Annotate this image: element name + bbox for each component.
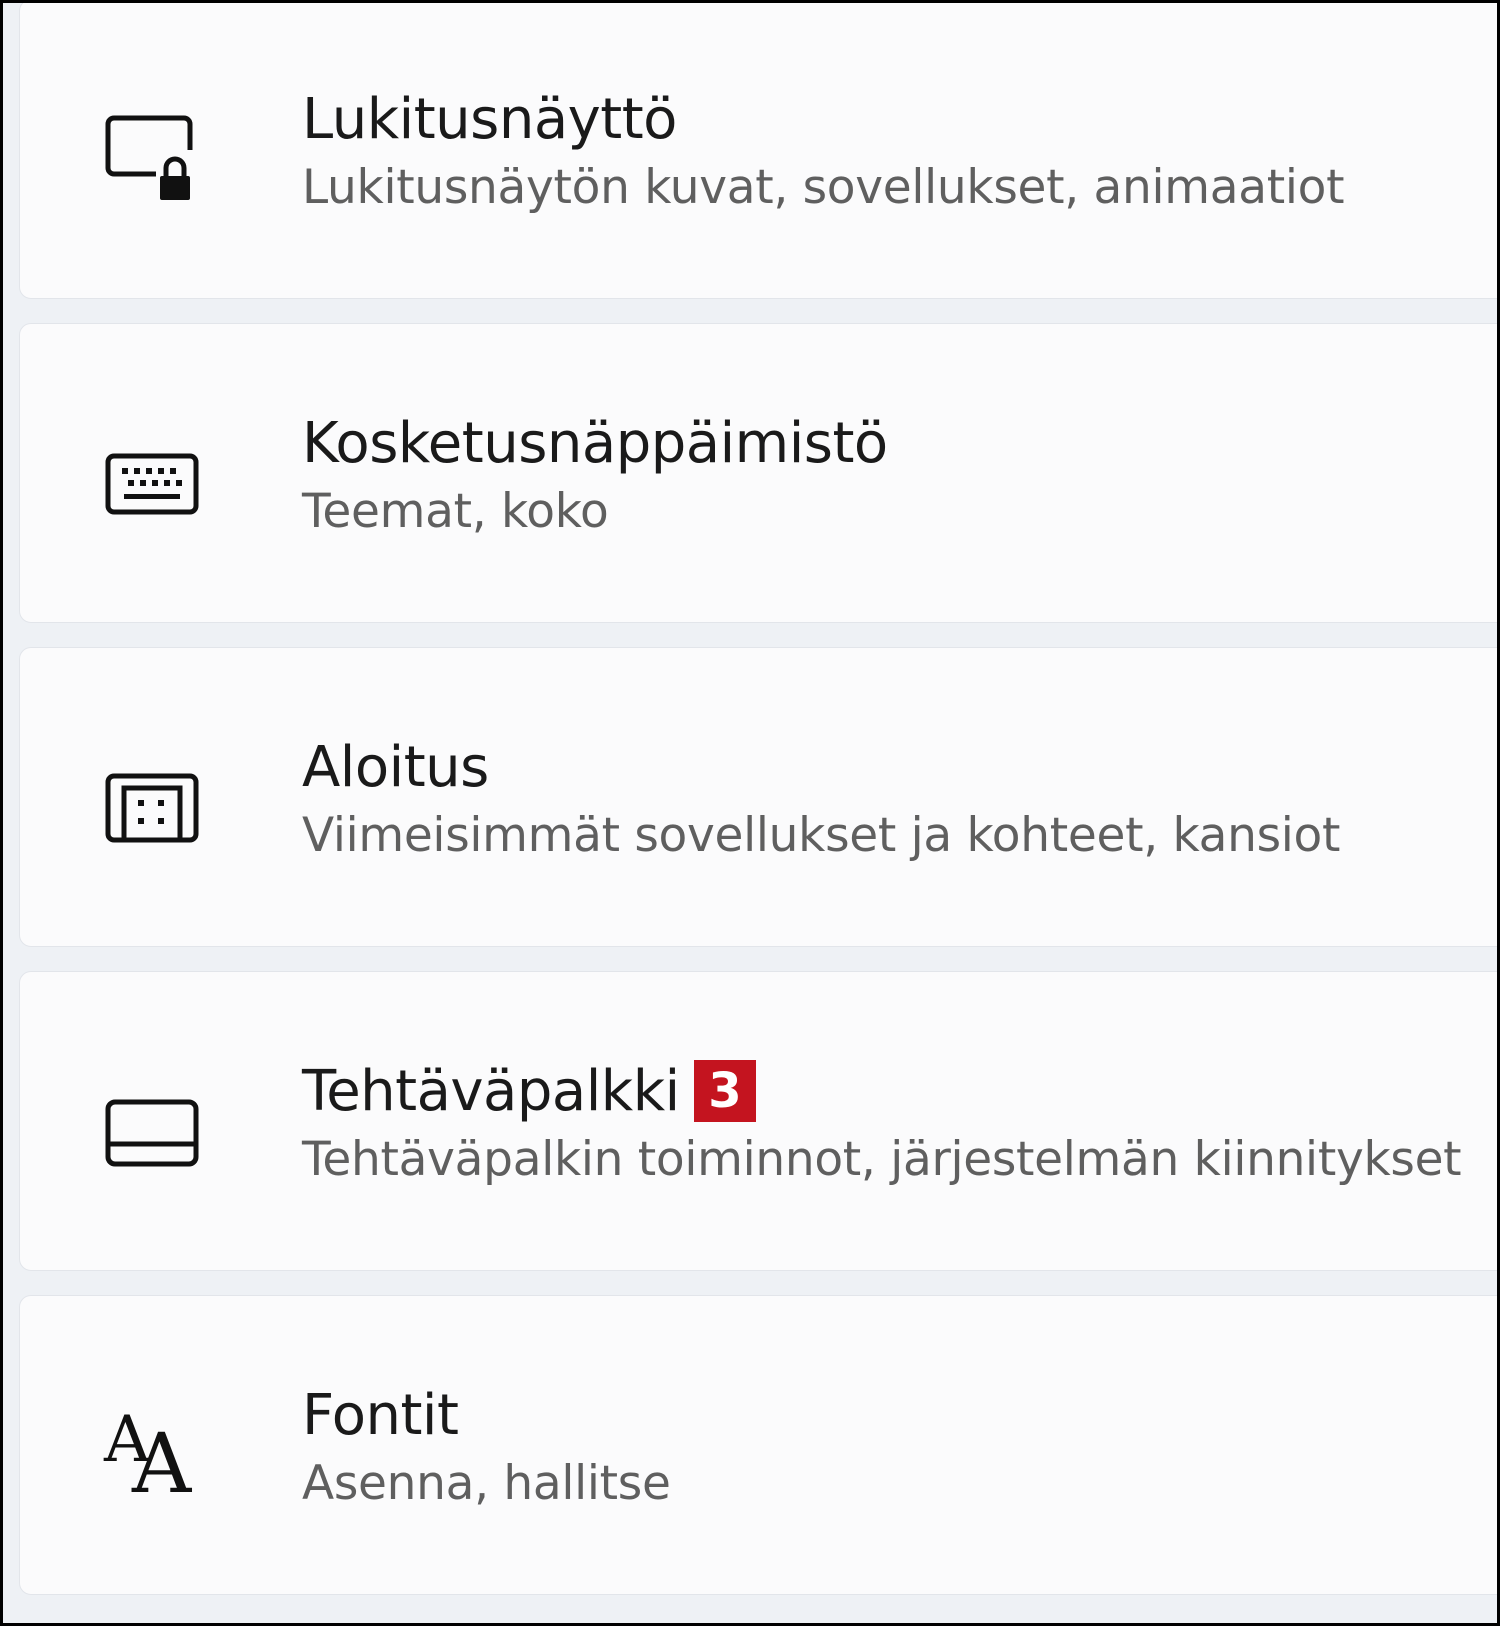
settings-item-text: Lukitusnäyttö Lukitusnäytön kuvat, sovel… <box>302 84 1497 220</box>
fonts-icon-glyph: AA <box>104 1403 192 1512</box>
settings-window: Lukitusnäyttö Lukitusnäytön kuvat, sovel… <box>3 3 1497 1623</box>
settings-item-title: Lukitusnäyttö <box>302 86 677 152</box>
settings-item-lock-screen[interactable]: Lukitusnäyttö Lukitusnäytön kuvat, sovel… <box>19 3 1497 299</box>
fonts-icon: AA <box>102 1406 202 1506</box>
settings-item-text: Fontit Asenna, hallitse <box>302 1380 1497 1516</box>
settings-item-subtitle: Tehtäväpalkin toiminnot, järjestelmän ki… <box>302 1132 1462 1187</box>
start-menu-icon <box>102 758 202 858</box>
lock-screen-icon <box>102 110 202 210</box>
settings-item-title: Kosketusnäppäimistö <box>302 410 888 476</box>
settings-item-subtitle: Asenna, hallitse <box>302 1456 671 1511</box>
settings-item-fonts[interactable]: AA Fontit Asenna, hallitse <box>19 1295 1497 1595</box>
settings-item-subtitle: Teemat, koko <box>302 484 609 539</box>
settings-item-title-text: Tehtäväpalkki <box>302 1058 680 1124</box>
keyboard-icon <box>102 434 202 534</box>
settings-item-touch-keyboard[interactable]: Kosketusnäppäimistö Teemat, koko <box>19 323 1497 623</box>
settings-item-subtitle: Lukitusnäytön kuvat, sovellukset, animaa… <box>302 160 1345 215</box>
settings-item-subtitle: Viimeisimmät sovellukset ja kohteet, kan… <box>302 808 1341 863</box>
settings-item-text: Tehtäväpalkki 3 Tehtäväpalkin toiminnot,… <box>302 1056 1497 1192</box>
settings-item-taskbar[interactable]: Tehtäväpalkki 3 Tehtäväpalkin toiminnot,… <box>19 971 1497 1271</box>
settings-item-start[interactable]: Aloitus Viimeisimmät sovellukset ja koht… <box>19 647 1497 947</box>
settings-item-title: Aloitus <box>302 734 489 800</box>
settings-item-title: Fontit <box>302 1382 459 1448</box>
annotation-badge: 3 <box>693 1060 756 1122</box>
taskbar-icon <box>102 1082 202 1182</box>
settings-item-text: Aloitus Viimeisimmät sovellukset ja koht… <box>302 732 1497 868</box>
settings-item-title: Tehtäväpalkki 3 <box>302 1056 1497 1126</box>
settings-item-text: Kosketusnäppäimistö Teemat, koko <box>302 408 1497 544</box>
